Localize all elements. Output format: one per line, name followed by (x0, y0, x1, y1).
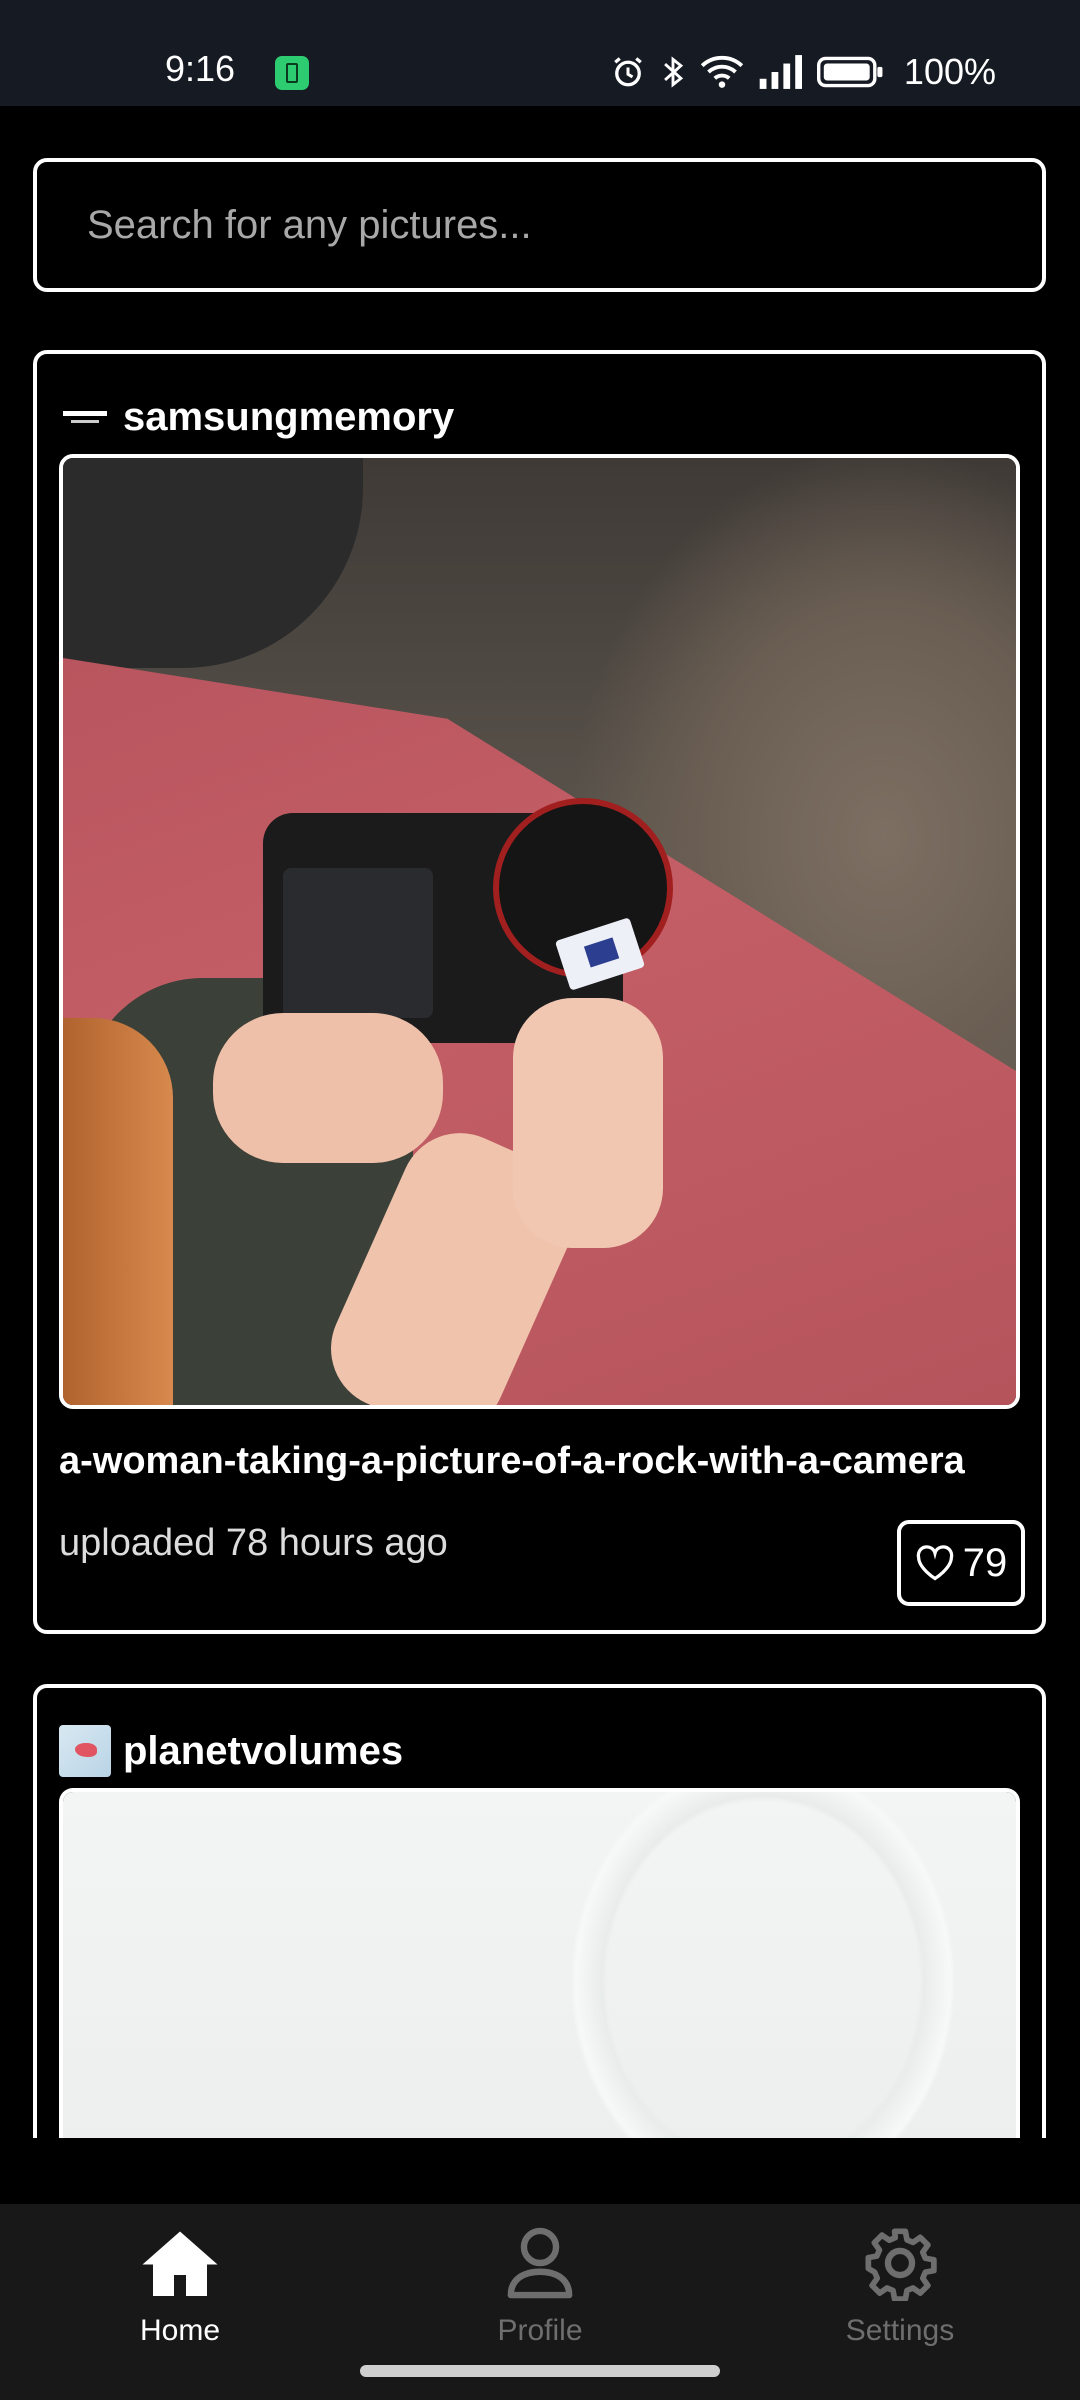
nav-item-profile[interactable]: Profile (390, 2224, 690, 2374)
nav-label-home: Home (139, 2314, 221, 2347)
post-header[interactable]: samsungmemory (59, 390, 454, 444)
battery-percent: 100% (903, 51, 996, 92)
nav-item-home[interactable]: Home (30, 2224, 330, 2374)
person-icon (507, 2227, 573, 2299)
nav-label-settings: Settings (845, 2314, 955, 2347)
post-header[interactable]: planetvolumes (59, 1724, 403, 1778)
post-image[interactable] (59, 454, 1020, 1409)
gesture-handle[interactable] (360, 2365, 720, 2377)
post-username[interactable]: planetvolumes (123, 1729, 403, 1774)
like-count: 79 (962, 1540, 1008, 1585)
avatar[interactable] (59, 1725, 111, 1777)
post-card[interactable]: samsungmemory a-woman-taking-a-picture-o… (33, 350, 1046, 1634)
search-input[interactable] (85, 201, 989, 249)
status-time: 9:16 (165, 48, 236, 89)
home-icon (142, 2231, 218, 2296)
status-bar: 9:16 100% (0, 0, 1080, 106)
bluetooth-icon (664, 56, 684, 88)
post-card[interactable]: planetvolumes (33, 1684, 1046, 2138)
signal-icon (759, 55, 802, 89)
heart-icon (916, 1545, 954, 1581)
nav-item-settings[interactable]: Settings (750, 2224, 1050, 2374)
feed[interactable]: samsungmemory a-woman-taking-a-picture-o… (0, 346, 1080, 2138)
status-icons: 100% (610, 50, 996, 94)
post-image[interactable] (59, 1788, 1020, 2138)
battery-icon (816, 56, 883, 88)
battery-saver-icon (275, 56, 309, 90)
post-upload-time: uploaded 78 hours ago (59, 1522, 448, 1564)
nav-label-profile: Profile (497, 2314, 583, 2347)
like-button[interactable]: 79 (897, 1520, 1025, 1606)
alarm-icon (614, 57, 642, 87)
search-box[interactable] (33, 158, 1046, 292)
avatar[interactable] (59, 391, 111, 443)
gear-icon (865, 2228, 937, 2301)
wifi-icon (700, 55, 744, 88)
post-caption: a-woman-taking-a-picture-of-a-rock-with-… (59, 1440, 965, 1482)
post-username[interactable]: samsungmemory (123, 395, 454, 440)
